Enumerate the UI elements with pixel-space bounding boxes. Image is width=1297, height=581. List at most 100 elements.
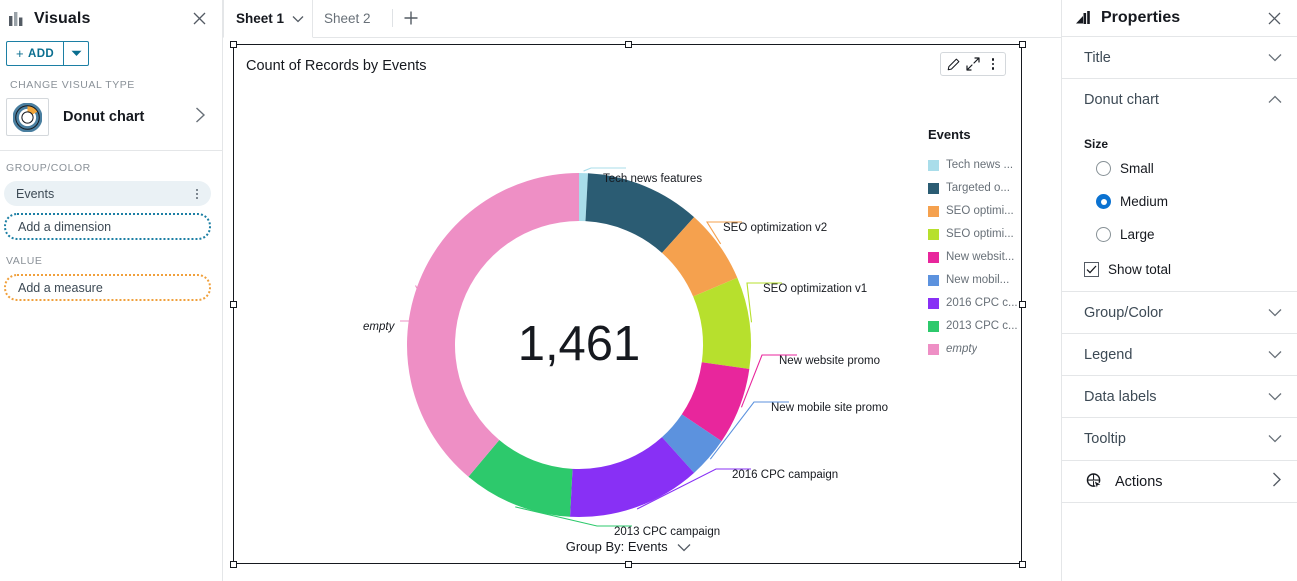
resize-handle-bottom-left[interactable] bbox=[230, 561, 237, 568]
resize-handle-bottom-right[interactable] bbox=[1019, 561, 1026, 568]
visual-title: Count of Records by Events bbox=[246, 58, 427, 74]
legend-item-label: SEO optimi... bbox=[946, 228, 1014, 240]
chevron-down-icon bbox=[1268, 346, 1282, 364]
close-icon[interactable] bbox=[1263, 7, 1285, 29]
tab-sheet-2[interactable]: Sheet 2 bbox=[313, 0, 382, 37]
legend-item-label: 2016 CPC c... bbox=[946, 297, 1018, 309]
properties-section-actions[interactable]: Actions bbox=[1062, 460, 1297, 503]
properties-section-title-label: Title bbox=[1084, 50, 1268, 66]
callout-2013-cpc-campaign: 2013 CPC campaign bbox=[614, 526, 720, 538]
add-dimension-label: Add a dimension bbox=[18, 220, 111, 234]
sheet-tab-bar: Sheet 1 Sheet 2 bbox=[223, 0, 1061, 38]
properties-section-tooltip[interactable]: Tooltip bbox=[1062, 418, 1297, 460]
legend-item-label: New mobil... bbox=[946, 274, 1009, 286]
callout-new-website-promo: New website promo bbox=[779, 355, 880, 367]
legend-item-label: Tech news ... bbox=[946, 159, 1013, 171]
properties-panel-title: Properties bbox=[1101, 9, 1263, 27]
checkbox-show-total-indicator bbox=[1084, 262, 1099, 277]
legend-item[interactable]: empty bbox=[928, 343, 1028, 355]
legend-item[interactable]: 2013 CPC c... bbox=[928, 320, 1028, 332]
radio-size-medium[interactable]: Medium bbox=[1096, 194, 1282, 209]
cursor-target-icon bbox=[1084, 472, 1104, 492]
group-color-label: GROUP/COLOR bbox=[4, 162, 211, 174]
visual-type-selector[interactable]: Donut chart bbox=[6, 98, 212, 136]
donut-leader-line bbox=[584, 168, 626, 171]
radio-medium-indicator bbox=[1096, 194, 1111, 209]
properties-section-title[interactable]: Title bbox=[1062, 37, 1297, 79]
resize-handle-mid-left[interactable] bbox=[230, 301, 237, 308]
legend-swatch bbox=[928, 252, 939, 263]
pencil-icon[interactable] bbox=[943, 54, 963, 74]
legend-item[interactable]: New websit... bbox=[928, 251, 1028, 263]
properties-section-donut-chart-label: Donut chart bbox=[1084, 92, 1268, 108]
change-visual-type-section: CHANGE VISUAL TYPE Donut chart bbox=[0, 76, 222, 136]
donut-chart[interactable]: 1,461 Tech news features SEO optimizatio… bbox=[234, 85, 1023, 530]
legend-item[interactable]: SEO optimi... bbox=[928, 228, 1028, 240]
add-dimension-dropzone[interactable]: Add a dimension bbox=[4, 213, 211, 240]
legend-item[interactable]: Tech news ... bbox=[928, 159, 1028, 171]
resize-handle-bottom-center[interactable] bbox=[625, 561, 632, 568]
chevron-right-icon bbox=[1272, 472, 1282, 492]
size-label: Size bbox=[1084, 137, 1282, 151]
chart-properties-icon bbox=[1076, 11, 1092, 26]
checkbox-show-total[interactable]: Show total bbox=[1084, 262, 1282, 277]
chevron-down-icon[interactable] bbox=[677, 540, 691, 555]
legend-item-label: empty bbox=[946, 343, 977, 355]
legend-item-label: New websit... bbox=[946, 251, 1014, 263]
legend-item[interactable]: SEO optimi... bbox=[928, 205, 1028, 217]
radio-large-indicator bbox=[1096, 227, 1111, 242]
properties-panel: Properties Title Donut chart Size Small bbox=[1061, 0, 1297, 581]
properties-section-legend[interactable]: Legend bbox=[1062, 334, 1297, 376]
donut-chart-icon bbox=[6, 98, 49, 136]
properties-section-donut-chart[interactable]: Donut chart bbox=[1062, 79, 1297, 121]
radio-size-large[interactable]: Large bbox=[1096, 227, 1282, 242]
legend-item-label: Targeted o... bbox=[946, 182, 1010, 194]
chevron-down-icon bbox=[1268, 388, 1282, 406]
legend-item[interactable]: 2016 CPC c... bbox=[928, 297, 1028, 309]
visuals-panel: Visuals + ADD CHANGE VISUAL TYPE bbox=[0, 0, 223, 581]
tab-sheet-1[interactable]: Sheet 1 bbox=[223, 0, 313, 38]
expand-arrows-icon[interactable] bbox=[963, 54, 983, 74]
plus-icon bbox=[403, 10, 419, 26]
field-pill-events[interactable]: Events bbox=[4, 181, 211, 206]
add-measure-label: Add a measure bbox=[18, 281, 103, 295]
add-sheet-button[interactable] bbox=[395, 0, 427, 37]
legend-swatch bbox=[928, 321, 939, 332]
legend-swatch bbox=[928, 344, 939, 355]
chevron-down-icon[interactable] bbox=[292, 15, 304, 23]
field-pill-label: Events bbox=[16, 187, 189, 201]
add-dropdown-caret[interactable] bbox=[64, 41, 89, 66]
tab-separator bbox=[392, 9, 393, 27]
radio-size-small[interactable]: Small bbox=[1096, 161, 1282, 176]
radio-small-indicator bbox=[1096, 161, 1111, 176]
properties-section-data-labels[interactable]: Data labels bbox=[1062, 376, 1297, 418]
change-visual-type-label: CHANGE VISUAL TYPE bbox=[6, 79, 212, 91]
properties-section-actions-label: Actions bbox=[1115, 474, 1272, 490]
callout-seo-optimization-v1: SEO optimization v1 bbox=[763, 283, 867, 295]
chevron-right-icon bbox=[195, 107, 212, 128]
resize-handle-mid-right[interactable] bbox=[1019, 301, 1026, 308]
add-measure-dropzone[interactable]: Add a measure bbox=[4, 274, 211, 301]
legend-swatch bbox=[928, 206, 939, 217]
resize-handle-top-center[interactable] bbox=[625, 41, 632, 48]
kebab-menu-icon[interactable] bbox=[189, 189, 205, 199]
add-button[interactable]: + ADD bbox=[6, 41, 64, 66]
legend-item[interactable]: Targeted o... bbox=[928, 182, 1028, 194]
radio-small-label: Small bbox=[1120, 161, 1154, 176]
kebab-menu-icon[interactable] bbox=[983, 54, 1003, 74]
group-by-control[interactable]: Group By: Events bbox=[234, 539, 1023, 555]
visuals-panel-title: Visuals bbox=[34, 10, 188, 28]
add-visual-row: + ADD bbox=[0, 37, 222, 76]
resize-handle-top-right[interactable] bbox=[1019, 41, 1026, 48]
visual-toolbar bbox=[940, 52, 1006, 76]
visual-container[interactable]: Count of Records by Events bbox=[233, 44, 1022, 564]
close-icon[interactable] bbox=[188, 8, 210, 30]
properties-section-group-color[interactable]: Group/Color bbox=[1062, 292, 1297, 334]
tab-sheet-2-label: Sheet 2 bbox=[324, 11, 371, 26]
legend-swatch bbox=[928, 229, 939, 240]
legend-swatch bbox=[928, 298, 939, 309]
legend-item-label: 2013 CPC c... bbox=[946, 320, 1018, 332]
resize-handle-top-left[interactable] bbox=[230, 41, 237, 48]
donut-chart-svg[interactable]: 1,461 bbox=[234, 85, 1023, 530]
legend-item[interactable]: New mobil... bbox=[928, 274, 1028, 286]
